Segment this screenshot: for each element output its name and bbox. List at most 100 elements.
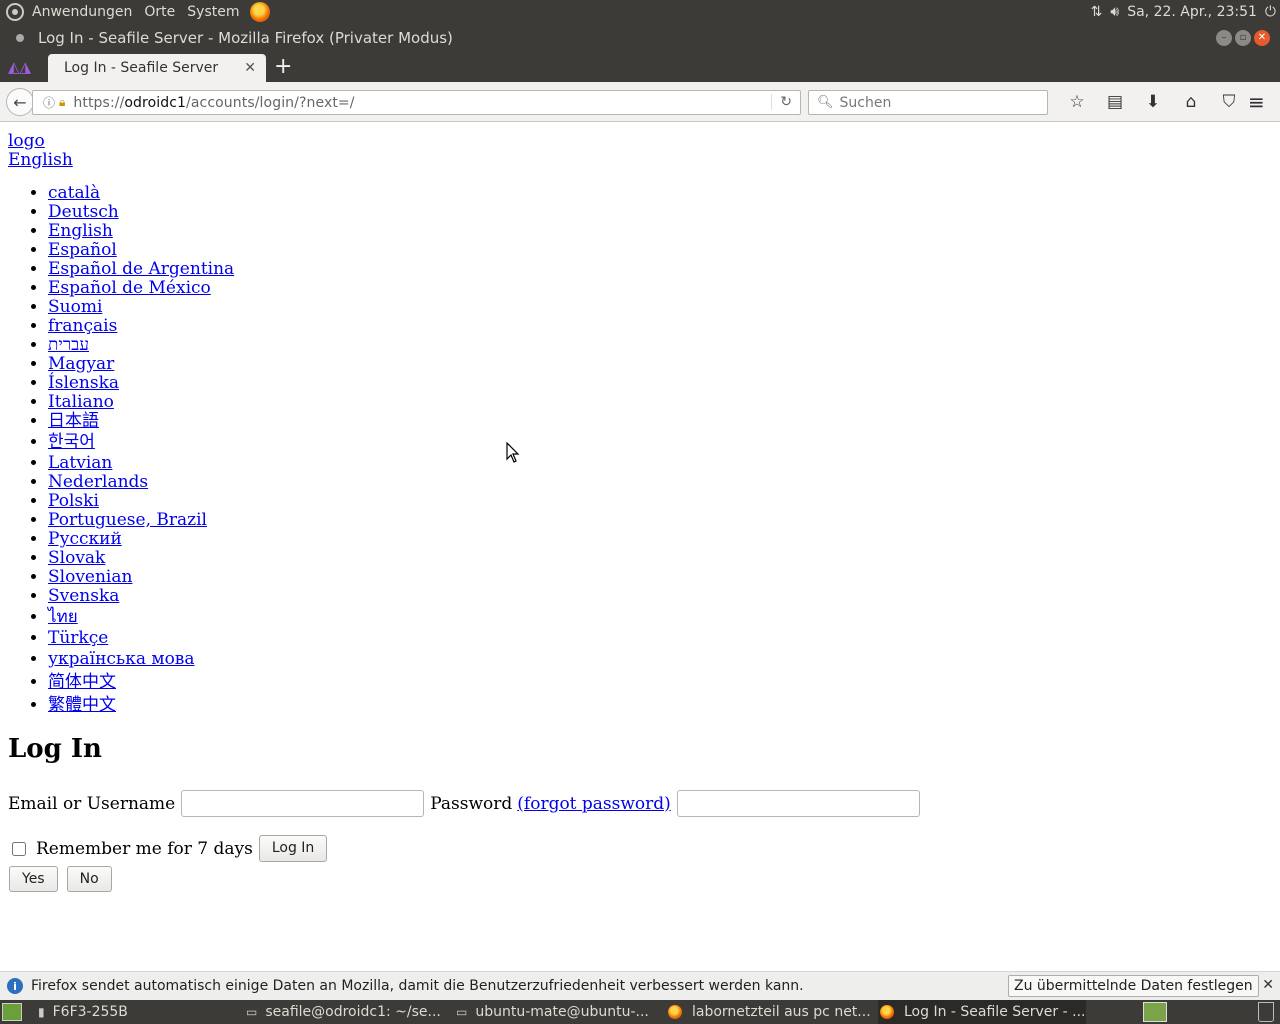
- login-form-row: Email or Username Password (forgot passw…: [8, 790, 920, 817]
- taskbar-item-terminal-ubuntu[interactable]: ▭ ubuntu-mate@ubuntu-...: [456, 1000, 662, 1024]
- language-item: Portuguese, Brazil: [48, 511, 234, 530]
- language-link[interactable]: Polski: [48, 491, 99, 511]
- language-item: Suomi: [48, 298, 234, 317]
- language-link[interactable]: català: [48, 183, 100, 203]
- language-link[interactable]: 한국어: [48, 432, 95, 452]
- language-item: Slovak: [48, 549, 234, 568]
- reading-list-icon[interactable]: ▤: [1096, 92, 1134, 112]
- window-menu-icon[interactable]: [16, 34, 24, 42]
- language-item: Italiano: [48, 393, 234, 412]
- back-arrow-icon[interactable]: ←: [6, 88, 34, 116]
- language-list: català Deutsch English Español Español d…: [48, 184, 234, 717]
- page-content: logo English català Deutsch English Espa…: [0, 123, 1280, 971]
- language-link[interactable]: Español de Argentina: [48, 259, 234, 279]
- new-tab-icon[interactable]: +: [274, 55, 292, 79]
- language-item: Magyar: [48, 355, 234, 374]
- language-item: Íslenska: [48, 374, 234, 393]
- close-tab-icon[interactable]: ✕: [244, 60, 256, 76]
- page-title: Log In: [8, 734, 102, 764]
- language-link[interactable]: українська мова: [48, 649, 195, 669]
- ubuntu-logo-icon[interactable]: [6, 3, 24, 21]
- language-link[interactable]: Español de México: [48, 278, 211, 298]
- close-notification-icon[interactable]: ✕: [1262, 977, 1274, 993]
- taskbar-item-firefox-seafile[interactable]: Log In - Seafile Server - ...: [878, 1000, 1086, 1024]
- tab-login-seafile[interactable]: Log In - Seafile Server ✕: [48, 54, 266, 82]
- search-placeholder[interactable]: Suchen: [840, 95, 892, 111]
- site-info-icon[interactable]: ⓘ: [43, 94, 55, 111]
- menu-places[interactable]: Orte: [138, 0, 181, 24]
- language-link[interactable]: 繁體中文: [48, 695, 116, 715]
- menu-system[interactable]: System: [181, 0, 245, 24]
- taskbar-item-firefox-labornetzteil[interactable]: labornetzteil aus pc net...: [668, 1000, 874, 1024]
- language-link[interactable]: Deutsch: [48, 202, 119, 222]
- language-item: français: [48, 317, 234, 336]
- forgot-password-link[interactable]: (forgot password): [517, 794, 671, 814]
- language-link[interactable]: Portuguese, Brazil: [48, 510, 207, 530]
- downloads-icon[interactable]: ⬇: [1134, 92, 1172, 112]
- language-link[interactable]: Türkçe: [48, 628, 108, 648]
- remember-me-label: Remember me for 7 days: [36, 838, 253, 859]
- language-link[interactable]: Nederlands: [48, 472, 148, 492]
- language-link[interactable]: Italiano: [48, 392, 114, 412]
- no-button[interactable]: No: [66, 866, 112, 892]
- show-desktop-icon[interactable]: [2, 1003, 22, 1021]
- language-link[interactable]: Latvian: [48, 453, 112, 473]
- menu-hamburger-icon[interactable]: ≡: [1248, 92, 1265, 112]
- close-window-icon[interactable]: ✕: [1254, 30, 1270, 46]
- username-field[interactable]: [181, 790, 425, 817]
- bookmark-star-icon[interactable]: ☆: [1058, 92, 1096, 112]
- remember-me-checkbox[interactable]: [12, 841, 26, 856]
- language-link[interactable]: Slovak: [48, 548, 105, 568]
- url-bar[interactable]: ⓘ 🔒︎ https://odroidc1/accounts/login/?ne…: [32, 90, 801, 115]
- language-link[interactable]: Español: [48, 240, 117, 260]
- home-icon[interactable]: ⌂: [1172, 92, 1210, 112]
- system-top-panel: Anwendungen Orte System ⇅ 🔊︎ Sa, 22. Apr…: [0, 0, 1280, 24]
- minimize-icon[interactable]: –: [1216, 30, 1232, 46]
- firefox-icon: [880, 1005, 894, 1019]
- current-language-link[interactable]: English: [8, 150, 73, 170]
- taskbar-item-drive[interactable]: ▮ F6F3-255B: [38, 1000, 238, 1024]
- language-item: Español de Argentina: [48, 260, 234, 279]
- language-item: українська мова: [48, 648, 234, 671]
- reload-icon[interactable]: ↻: [771, 94, 792, 110]
- language-link[interactable]: ไทย: [48, 607, 78, 627]
- language-link[interactable]: 简体中文: [48, 672, 116, 692]
- language-link[interactable]: Suomi: [48, 297, 102, 317]
- url-text[interactable]: https://odroidc1/accounts/login/?next=/: [73, 95, 354, 111]
- pocket-icon[interactable]: ⛉: [1210, 92, 1248, 112]
- clock[interactable]: Sa, 22. Apr., 23:51: [1127, 4, 1257, 20]
- language-link[interactable]: Íslenska: [48, 373, 119, 393]
- search-bar[interactable]: 🔍︎ Suchen: [808, 90, 1048, 115]
- network-icon[interactable]: ⇅: [1091, 4, 1103, 20]
- language-item: Deutsch: [48, 203, 234, 222]
- search-icon: 🔍︎: [817, 95, 834, 110]
- taskbar-item-terminal-seafile[interactable]: ▭ seafile@odroidc1: ~/se...: [246, 1000, 450, 1024]
- password-field[interactable]: [676, 790, 920, 817]
- workspace-switcher-icon[interactable]: [1143, 1002, 1167, 1022]
- logo-link[interactable]: logo: [8, 131, 45, 151]
- language-link[interactable]: français: [48, 316, 117, 336]
- taskbar-item-label: F6F3-255B: [52, 1004, 128, 1020]
- power-icon[interactable]: ⏻: [1265, 4, 1276, 20]
- language-link[interactable]: English: [48, 221, 113, 241]
- maximize-icon[interactable]: ▫: [1235, 30, 1251, 46]
- mouse-cursor-icon: [506, 442, 520, 463]
- navigation-toolbar: ← ⓘ 🔒︎ https://odroidc1/accounts/login/?…: [0, 82, 1280, 122]
- login-button[interactable]: Log In: [258, 835, 328, 862]
- language-link[interactable]: עברית: [48, 335, 89, 355]
- yes-button[interactable]: Yes: [9, 866, 58, 892]
- language-item: עברית: [48, 336, 234, 355]
- language-item: Русский: [48, 530, 234, 549]
- language-link[interactable]: Русский: [48, 529, 122, 549]
- trash-icon[interactable]: [1258, 1002, 1274, 1022]
- language-link[interactable]: 日本語: [48, 411, 99, 431]
- language-link[interactable]: Slovenian: [48, 567, 132, 587]
- notification-bar: i Firefox sendet automatisch einige Date…: [0, 971, 1280, 1000]
- insecure-lock-icon[interactable]: 🔒︎: [59, 95, 65, 110]
- menu-applications[interactable]: Anwendungen: [26, 0, 138, 24]
- language-link[interactable]: Magyar: [48, 354, 114, 374]
- choose-data-button[interactable]: Zu übermittelnde Daten festlegen: [1008, 975, 1259, 997]
- language-link[interactable]: Svenska: [48, 586, 119, 606]
- volume-icon[interactable]: 🔊︎: [1110, 4, 1119, 20]
- firefox-launcher-icon[interactable]: [249, 2, 270, 22]
